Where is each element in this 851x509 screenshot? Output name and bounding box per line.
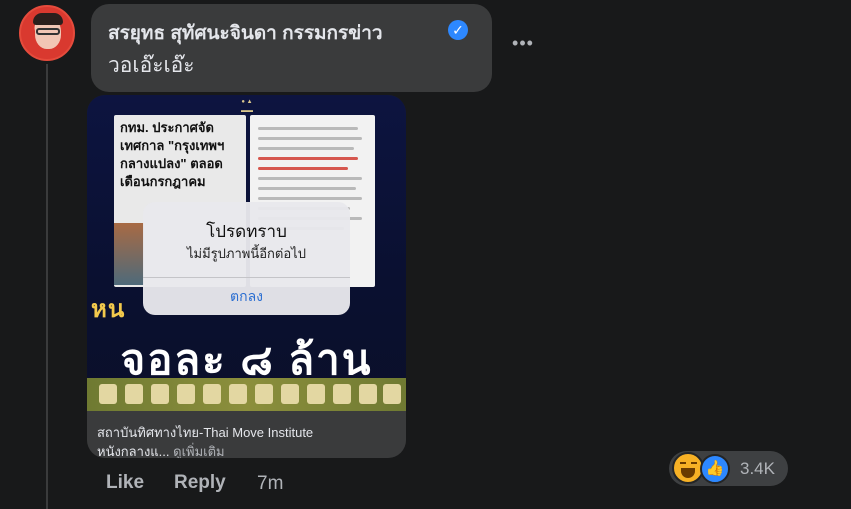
snippet-text: หนังกลางแ...: [97, 444, 170, 458]
avatar-glasses: [36, 28, 60, 35]
like-button[interactable]: Like: [106, 472, 144, 494]
quote-line-highlight: [258, 167, 348, 170]
reply-button[interactable]: Reply: [174, 472, 226, 494]
banner-chip: [383, 384, 401, 404]
verified-badge-icon: ✓: [448, 20, 468, 40]
alert-dialog: โปรดทราบ ไม่มีรูปภาพนี้อีกต่อไป ตกลง: [143, 202, 350, 315]
haha-mouth: [681, 468, 695, 478]
preview-meta[interactable]: สถาบันทิศทางไทย-Thai Move Institute หนัง…: [87, 411, 406, 458]
quote-line: [258, 147, 354, 150]
comment-timestamp[interactable]: 7m: [257, 473, 283, 495]
dialog-message: ไม่มีรูปภาพนี้อีกต่อไป: [187, 246, 306, 261]
banner-chip: [125, 384, 143, 404]
banner-chip: [229, 384, 247, 404]
banner-chip: [177, 384, 195, 404]
banner-chip: [99, 384, 117, 404]
comment-author[interactable]: สรยุทธ สุทัศนะจินดา กรรมกรข่าว: [108, 18, 383, 48]
reactions-summary[interactable]: 👍 3.4K: [669, 451, 788, 486]
quote-line: [258, 177, 362, 180]
haha-eye: [691, 462, 697, 465]
avatar[interactable]: [19, 5, 75, 61]
news-headline: กทม. ประกาศจัดเทศกาล "กรุงเทพฯ กลางแปลง"…: [120, 120, 225, 189]
banner-chip: [151, 384, 169, 404]
dialog-title: โปรดทราบ: [206, 222, 287, 241]
banner-chip: [255, 384, 273, 404]
banner-chip: [203, 384, 221, 404]
banner-chip: [333, 384, 351, 404]
preview-source[interactable]: สถาบันทิศทางไทย-Thai Move Institute: [97, 422, 313, 443]
haha-eye: [680, 462, 686, 465]
like-reaction-icon: 👍: [700, 454, 730, 484]
comment-bubble: สรยุทธ สุทัศนะจินดา กรรมกรข่าว ✓ วอเอ๊ะเ…: [91, 4, 492, 92]
image-banner: [87, 378, 406, 411]
banner-chip: [281, 384, 299, 404]
preview-snippet: หนังกลางแ... ดูเพิ่มเติม: [97, 441, 225, 458]
logo-icon: ● ▲ ▬▬: [241, 99, 253, 114]
thread-line: [46, 64, 48, 509]
quote-line-highlight: [258, 157, 358, 160]
avatar-hair: [33, 13, 63, 25]
see-more-link[interactable]: ดูเพิ่มเติม: [173, 444, 224, 458]
post-image[interactable]: ● ▲ ▬▬ กทม. ประกาศจัดเทศกาล "กรุงเทพฯ กลา…: [87, 95, 406, 411]
quote-line: [258, 127, 358, 130]
comment-text: วอเอ๊ะเอ๊ะ: [108, 54, 195, 77]
quote-line: [258, 187, 356, 190]
reaction-count: 3.4K: [740, 459, 775, 478]
dialog-ok-button[interactable]: ตกลง: [143, 278, 350, 315]
quote-line: [258, 137, 362, 140]
news-photo: [114, 223, 144, 285]
more-options-icon[interactable]: •••: [508, 34, 538, 56]
banner-chip: [359, 384, 377, 404]
quote-line: [258, 197, 362, 200]
banner-chip: [307, 384, 325, 404]
link-preview[interactable]: ● ▲ ▬▬ กทม. ประกาศจัดเทศกาล "กรุงเทพฯ กลา…: [87, 95, 406, 458]
